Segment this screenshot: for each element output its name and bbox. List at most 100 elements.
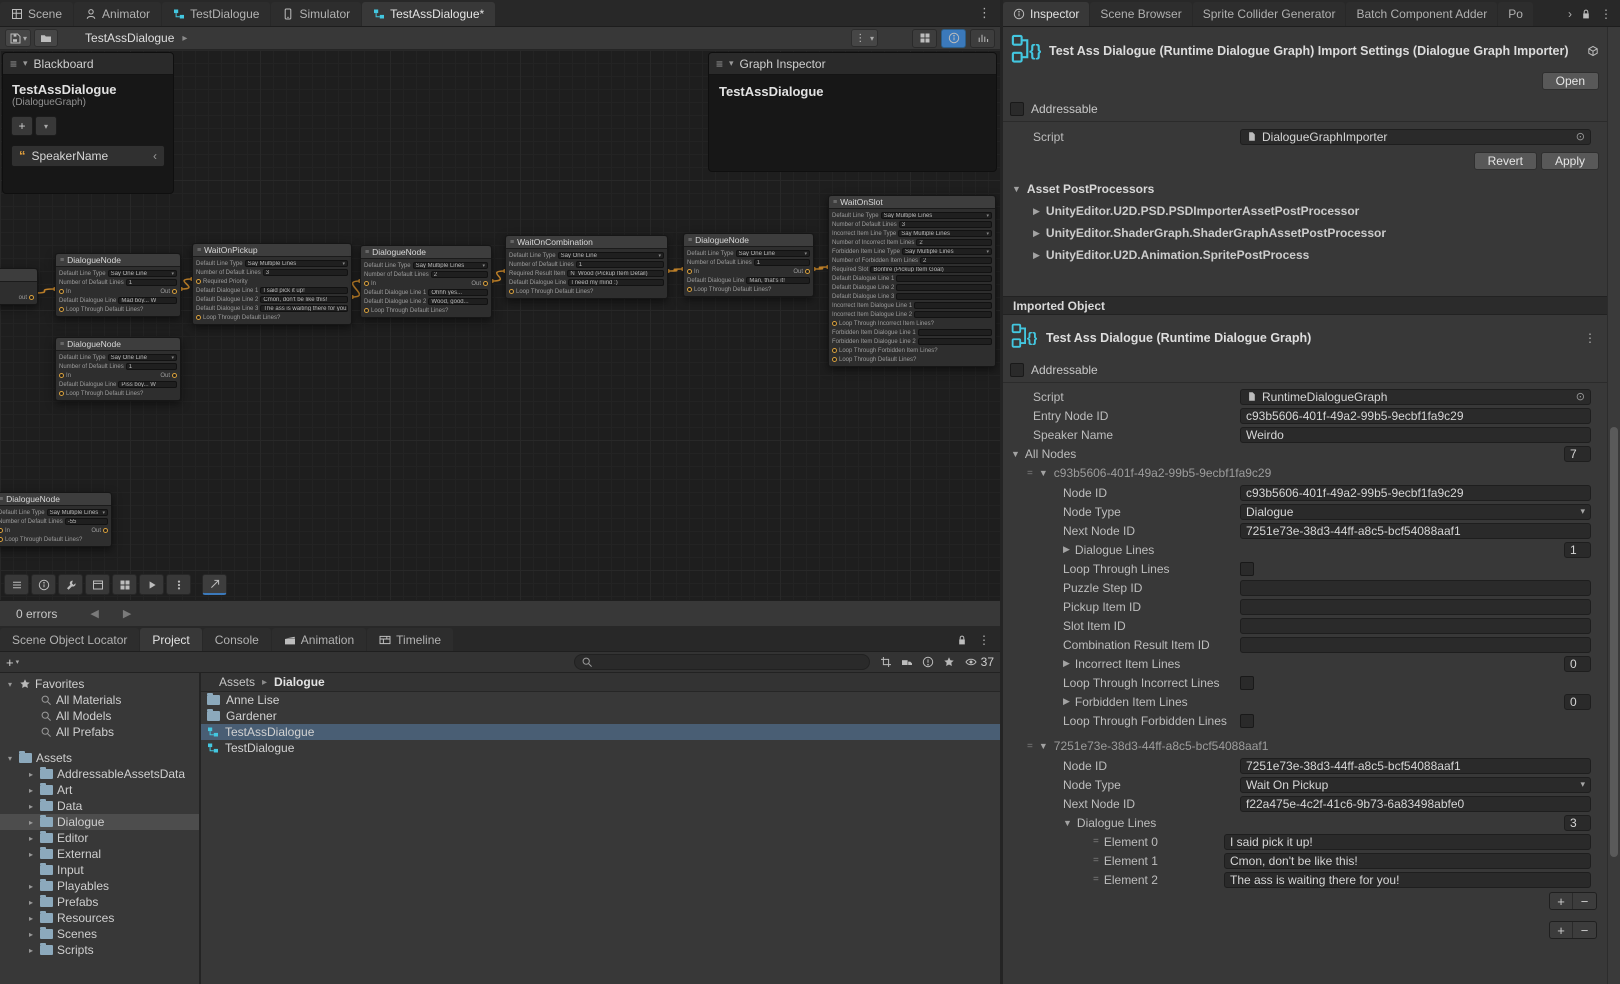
project-search[interactable] — [574, 654, 870, 670]
info-toggle-button[interactable] — [941, 29, 966, 48]
node-text-field[interactable] — [896, 275, 992, 282]
graph-inspector-panel[interactable]: ≡ ▾ Graph Inspector TestAssDialogue — [708, 52, 997, 172]
addressable-checkbox[interactable] — [1010, 363, 1024, 377]
tree-item-all-prefabs[interactable]: All Prefabs — [0, 724, 199, 740]
entry-node-id-field[interactable]: c93b5606-401f-49a2-99b5-9ecbf1fa9c29 — [1240, 408, 1591, 424]
script-field[interactable]: RuntimeDialogueGraph⊙ — [1240, 389, 1591, 405]
node-type-dropdown[interactable]: Wait On Pickup▾ — [1240, 777, 1591, 793]
node-text-field[interactable]: 2 — [431, 271, 488, 278]
panel-tab-console[interactable]: Console — [203, 628, 271, 651]
port-icon[interactable] — [805, 269, 810, 274]
node-dropdown[interactable]: Say Multiple Lines▾ — [413, 262, 488, 269]
node-title-bar[interactable]: ≡DialogueNode — [0, 493, 111, 506]
port-icon[interactable] — [172, 289, 177, 294]
canvas-tool-panel-button[interactable] — [85, 574, 110, 595]
component-menu-icon[interactable]: ⋮ — [1581, 331, 1599, 345]
node-dropdown[interactable]: Say Multiple Lines▾ — [898, 230, 992, 237]
open-button[interactable]: Open — [1542, 72, 1599, 90]
fold-arrow-icon[interactable]: ▸ — [26, 898, 36, 907]
node-dropdown[interactable]: Say One Line▾ — [736, 250, 810, 257]
tree-item-dialogue[interactable]: ▸Dialogue — [0, 814, 199, 830]
node-text-field[interactable]: 3 — [263, 269, 348, 276]
drag-handle-icon[interactable]: = — [1093, 874, 1099, 885]
tab-scroll-right-icon[interactable]: › — [1568, 7, 1572, 21]
node-text-field[interactable]: The ass is waiting there for you! — [260, 305, 348, 312]
asset-item-anne-lise[interactable]: Anne Lise — [201, 692, 1000, 708]
node-id-field[interactable]: 7251e73e-38d3-44ff-a8c5-bcf54088aaf1 — [1240, 758, 1591, 774]
canvas-tool-grid2-button[interactable] — [112, 574, 137, 595]
fold-arrow-icon[interactable]: ▸ — [26, 834, 36, 843]
remove-element-button[interactable]: − — [1573, 922, 1596, 938]
scene-tab-testdialogue[interactable]: TestDialogue — [162, 2, 270, 26]
port-icon[interactable] — [687, 269, 692, 274]
scene-tab-animator[interactable]: Animator — [74, 2, 161, 26]
postprocessor-item[interactable]: ▶UnityEditor.U2D.Animation.SpritePostPro… — [1003, 244, 1607, 266]
node-title-bar[interactable]: ≡DialogueNode — [361, 246, 491, 259]
search-in-packages-button[interactable] — [901, 656, 913, 668]
port-icon[interactable] — [172, 373, 177, 378]
speaker-name-field[interactable]: Weirdo — [1240, 427, 1591, 443]
fold-arrow-icon[interactable]: ▸ — [26, 850, 36, 859]
save-button[interactable]: ▾ — [5, 29, 31, 47]
alert-button[interactable] — [922, 656, 934, 668]
port-icon[interactable] — [196, 315, 201, 320]
node-text-field[interactable]: Mad boy... W — [118, 297, 177, 304]
panel-tab-scene-object-locator[interactable]: Scene Object Locator — [0, 628, 139, 651]
foldout-all-nodes[interactable]: ▼All Nodes — [1011, 447, 1240, 461]
blackboard-panel[interactable]: ≡ ▾ Blackboard TestAssDialogue (Dialogue… — [2, 52, 174, 194]
node-text-field[interactable]: I said pick it up! — [260, 287, 348, 294]
foldout-dialogue-lines[interactable]: ▼Dialogue Lines — [1063, 816, 1240, 830]
node-text-field[interactable]: Ohhh yes... — [428, 289, 488, 296]
node-title-bar[interactable]: ≡DialogueNode — [56, 254, 180, 267]
node-text-field[interactable]: 2 — [920, 257, 992, 264]
scene-tab-testassdialogue[interactable]: TestAssDialogue* — [362, 2, 495, 26]
node-text-field[interactable] — [896, 293, 992, 300]
postprocessor-item[interactable]: ▶UnityEditor.ShaderGraph.ShaderGraphAsse… — [1003, 222, 1607, 244]
node-text-field[interactable]: Bonfire (Pickup Item Goal) — [870, 266, 992, 273]
property-menu-button[interactable]: ▾ — [35, 116, 57, 136]
node-text-field[interactable]: 1 — [576, 261, 664, 268]
node-title-bar[interactable]: ≡DialogueNode — [56, 338, 180, 351]
array-size-field[interactable]: 1 — [1564, 542, 1591, 558]
asset-item-testassdialogue[interactable]: TestAssDialogue — [201, 724, 1000, 740]
node-title-bar[interactable]: ≡StartNode — [0, 269, 37, 282]
node-title-bar[interactable]: ≡WaitOnCombination — [506, 236, 667, 249]
node-text-field[interactable]: Piss boy... W — [118, 381, 177, 388]
graph-node-wait-on-pickup[interactable]: ≡WaitOnPickupDefault Line TypeSay Multip… — [192, 243, 352, 325]
node-foldout-7251e73e-38d3-44ff-a8c5-bcf54088aaf1[interactable]: =▼7251e73e-38d3-44ff-a8c5-bcf54088aaf1 — [1003, 736, 1607, 756]
tab-bar-menu-icon[interactable]: ⋮ — [978, 5, 1000, 26]
tree-item-playables[interactable]: ▸Playables — [0, 878, 199, 894]
array-size-field[interactable]: 3 — [1564, 815, 1591, 831]
inspector-tab-po[interactable]: Po — [1498, 2, 1533, 26]
asset-item-gardener[interactable]: Gardener — [201, 708, 1000, 724]
tree-item-addressableassetsdata[interactable]: ▸AddressableAssetsData — [0, 766, 199, 782]
tree-item-external[interactable]: ▸External — [0, 846, 199, 862]
tree-item-all-models[interactable]: All Models — [0, 708, 199, 724]
node-text-field[interactable]: -55 — [65, 518, 108, 525]
object-picker-icon[interactable]: ⊙ — [1576, 130, 1585, 143]
combination-result-item-id-field[interactable] — [1240, 637, 1591, 653]
slot-item-id-field[interactable] — [1240, 618, 1591, 634]
foldout-incorrect-item-lines[interactable]: ▶Incorrect Item Lines — [1063, 657, 1240, 671]
node-dropdown[interactable]: Say One Line▾ — [108, 270, 177, 277]
save-search-button[interactable] — [943, 656, 955, 668]
fold-arrow-icon[interactable]: ▸ — [26, 770, 36, 779]
graph-node-dialogue-node-1[interactable]: ≡DialogueNodeDefault Line TypeSay One Li… — [55, 253, 181, 317]
expand-chevron-icon[interactable]: ‹ — [153, 149, 157, 163]
graph-inspector-header[interactable]: ≡ ▾ Graph Inspector — [709, 53, 996, 75]
node-text-field[interactable]: 1 — [754, 259, 810, 266]
visibility-toggle[interactable]: 37 — [965, 655, 994, 669]
node-text-field[interactable] — [918, 338, 992, 345]
drag-handle-icon[interactable]: = — [1027, 741, 1033, 752]
inspector-menu-icon[interactable]: ⋮ — [1600, 7, 1612, 21]
graph-node-dialogue-node-2[interactable]: ≡DialogueNodeDefault Line TypeSay Multip… — [360, 245, 492, 318]
node-text-field[interactable] — [914, 311, 992, 318]
fold-arrow-icon[interactable]: ▸ — [26, 882, 36, 891]
node-text-field[interactable]: 1 — [126, 279, 177, 286]
lock-icon[interactable] — [1580, 8, 1592, 20]
tree-item-scenes[interactable]: ▸Scenes — [0, 926, 199, 942]
node-type-dropdown[interactable]: Dialogue▾ — [1240, 504, 1591, 520]
port-icon[interactable] — [0, 537, 3, 542]
blackboard-header[interactable]: ≡ ▾ Blackboard — [3, 53, 173, 75]
node-dropdown[interactable]: Say Multiple Lines▾ — [47, 509, 108, 516]
